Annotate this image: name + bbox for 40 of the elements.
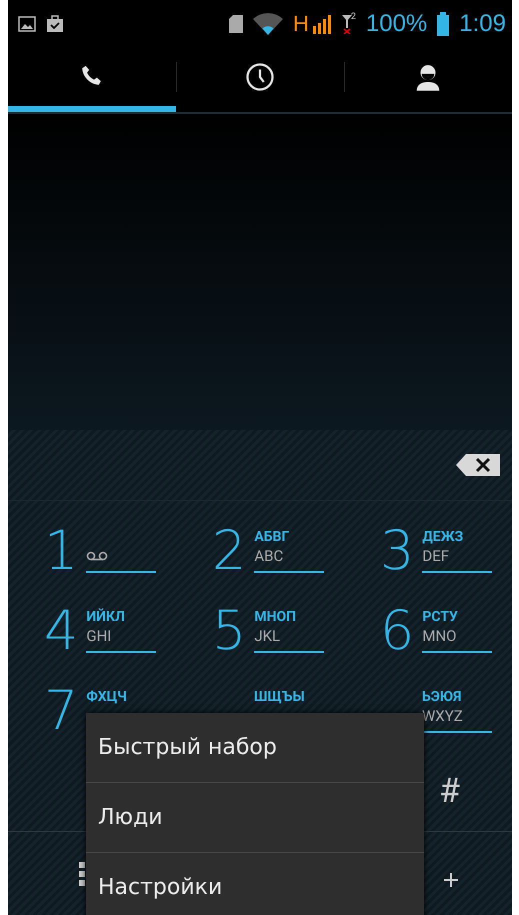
key-letters: GHI <box>86 627 112 647</box>
backspace-icon[interactable] <box>456 454 500 476</box>
menu-item[interactable]: Настройки <box>86 853 424 915</box>
dial-key[interactable]: 4 <box>44 604 78 658</box>
dial-key[interactable]: 6 <box>380 604 414 658</box>
sim-slot: 2 <box>350 12 356 22</box>
picture-icon <box>18 16 36 32</box>
voicemail-icon <box>86 551 108 561</box>
battery-icon <box>437 12 450 36</box>
menu-item[interactable]: Быстрый набор <box>86 713 424 783</box>
key-letters: ЬЭЮЯ <box>422 689 462 707</box>
key-letters: WXYZ <box>422 707 464 727</box>
sd-card-icon <box>228 15 243 33</box>
network-type: H <box>292 11 309 37</box>
wifi-icon <box>252 13 283 35</box>
key-letters: MNO <box>422 627 458 647</box>
dial-key[interactable]: 3 <box>380 524 414 578</box>
dial-key[interactable]: 2 <box>212 524 246 578</box>
key-letters: ИЙКЛ <box>86 609 126 627</box>
key-letters: РСТУ <box>422 609 459 627</box>
dial-key[interactable]: 7 <box>44 684 78 738</box>
clock-icon <box>245 62 275 92</box>
dial-key[interactable]: 5 <box>212 604 246 658</box>
key-letters: JKL <box>254 627 282 647</box>
key-letters: DEF <box>422 547 450 567</box>
hash-key[interactable]: # <box>439 771 460 811</box>
antenna-icon <box>340 14 353 34</box>
key-letters: МНОП <box>254 609 298 627</box>
dial-key[interactable]: 1 <box>44 524 78 578</box>
overflow-menu-icon[interactable] <box>78 860 86 888</box>
bag-icon <box>46 15 64 33</box>
signal-icon <box>310 14 331 34</box>
menu-item[interactable]: Люди <box>86 783 424 853</box>
battery-level: 100% <box>366 10 428 38</box>
key-letters: ДЕЖЗ <box>422 529 464 547</box>
key-letters: АБВГ <box>254 529 290 547</box>
key-letters: ФХЦЧ <box>86 689 128 707</box>
clock-time: 1:09 <box>459 10 506 38</box>
key-letters: ABC <box>254 547 284 567</box>
key-letters: ШЩЪЫ <box>254 689 306 707</box>
